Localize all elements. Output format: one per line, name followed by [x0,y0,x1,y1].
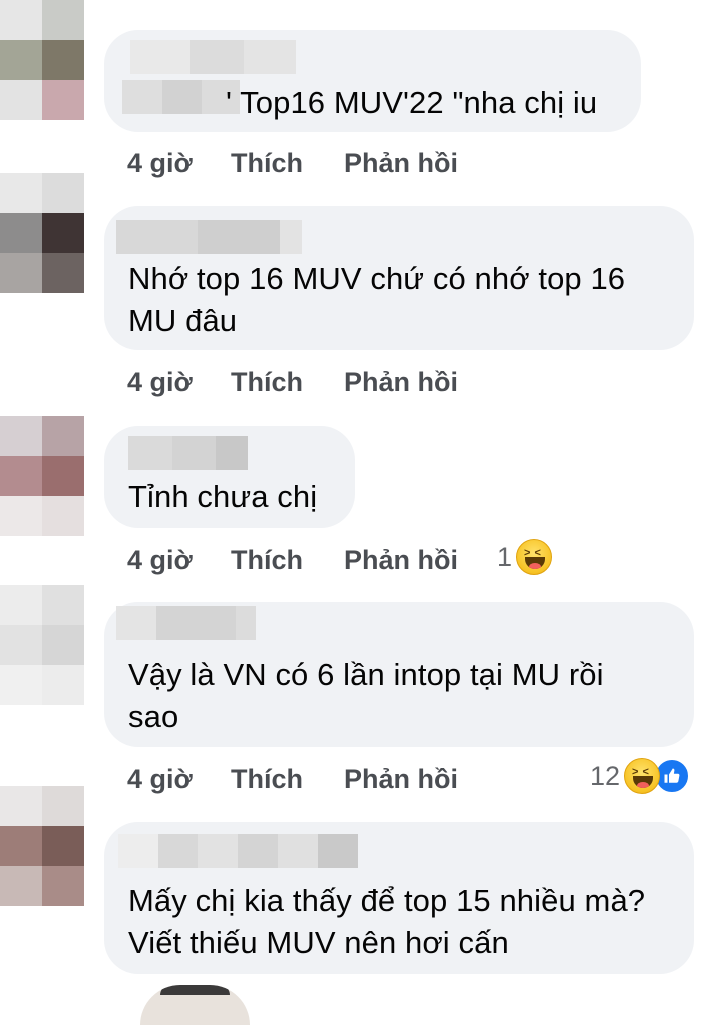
commenter-name-blurred[interactable] [116,220,302,254]
comment-bubble: ' Top16 MUV'22 "nha chị iu [104,30,641,132]
comment-actions: 4 giờ Thích Phản hồi [127,362,494,402]
comment-timestamp[interactable]: 4 giờ [127,148,231,179]
comment-timestamp[interactable]: 4 giờ [127,367,231,398]
haha-icon: >< [624,758,661,794]
comment-text: Vậy là VN có 6 lần intop tại MU rồi sao [128,657,604,734]
comment-text: Tỉnh chưa chị [128,479,318,514]
comment-actions: 4 giờ Thích Phản hồi [127,143,494,183]
comment-bubble: Mấy chị kia thấy để top 15 nhiều mà? Viế… [104,822,694,974]
comment-text: ' Top16 MUV'22 "nha chị iu [226,85,598,120]
avatar[interactable] [0,786,84,906]
comment-text-blurred [122,80,240,114]
reaction-summary[interactable]: 12 >< [590,758,691,794]
comment-bubble: Nhớ top 16 MUV chứ có nhớ top 16 MU đâu [104,206,694,350]
comment-text: Nhớ top 16 MUV chứ có nhớ top 16 MU đâu [128,261,626,338]
commenter-name-blurred[interactable] [130,40,296,74]
like-button[interactable]: Thích [231,545,344,576]
comment-text: Mấy chị kia thấy để top 15 nhiều mà? Viế… [128,883,646,960]
comment-actions: 4 giờ Thích Phản hồi [127,759,494,799]
comment-timestamp[interactable]: 4 giờ [127,545,231,576]
reaction-count: 1 [497,541,513,572]
next-avatar-partial [140,985,250,1025]
avatar[interactable] [0,585,84,705]
comment-bubble: Vậy là VN có 6 lần intop tại MU rồi sao [104,602,694,747]
commenter-name-blurred[interactable] [116,606,256,640]
commenter-name-blurred[interactable] [118,834,358,868]
comment-bubble: Tỉnh chưa chị [104,426,355,528]
reply-button[interactable]: Phản hồi [344,764,494,795]
reply-button[interactable]: Phản hồi [344,545,494,576]
comment-timestamp[interactable]: 4 giờ [127,764,231,795]
commenter-name-blurred[interactable] [128,436,248,470]
like-button[interactable]: Thích [231,148,344,179]
reply-button[interactable]: Phản hồi [344,367,494,398]
haha-icon: >< [516,539,553,575]
like-button[interactable]: Thích [231,367,344,398]
avatar[interactable] [0,416,84,536]
avatar[interactable] [0,173,84,293]
reaction-summary[interactable]: 1 >< [497,539,553,575]
comment-actions: 4 giờ Thích Phản hồi [127,540,494,580]
reaction-count: 12 [590,760,621,791]
reply-button[interactable]: Phản hồi [344,148,494,179]
avatar[interactable] [0,0,84,120]
like-button[interactable]: Thích [231,764,344,795]
